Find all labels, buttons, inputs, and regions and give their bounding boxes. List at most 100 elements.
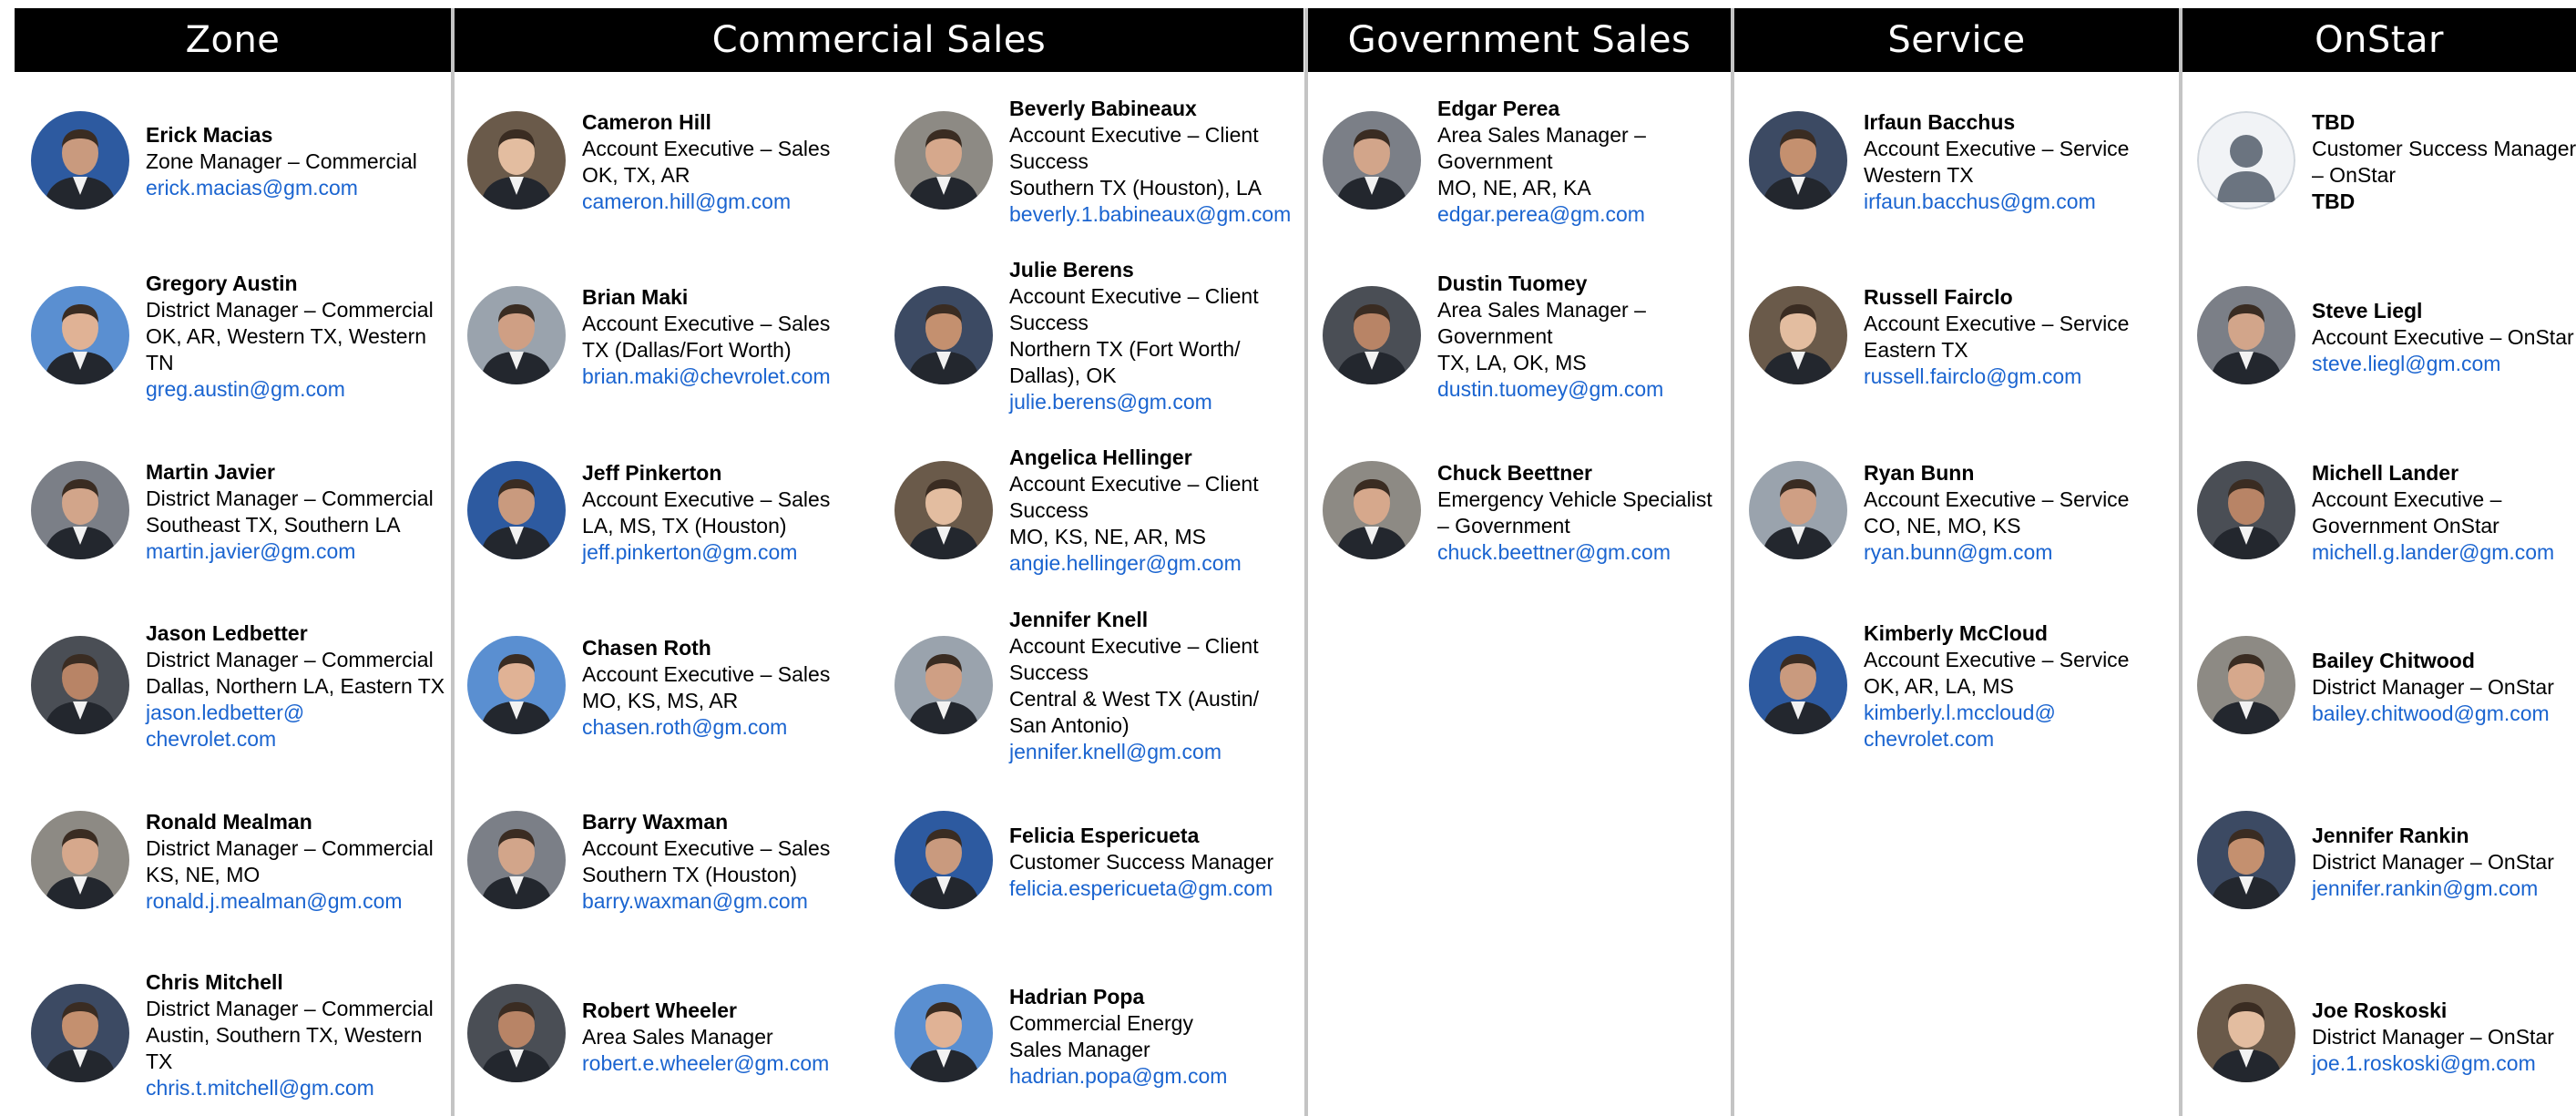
contact-info: Barry Waxman Account Executive – Sales Sou… — [582, 809, 830, 915]
email-link[interactable]: edgar.perea@gm.com — [1437, 201, 1646, 228]
column-divider — [1304, 8, 1308, 1116]
contact-name: Chris Mitchell — [146, 970, 283, 994]
contact-name: Julie Berens — [1009, 258, 1134, 282]
avatar — [894, 111, 993, 210]
email-link[interactable]: julie.berens@gm.com — [1009, 389, 1259, 415]
contact-detail: Account Executive – Sales — [582, 312, 831, 335]
contact-detail: Account Executive – Service — [1864, 312, 2130, 335]
header-zone: Zone — [15, 8, 451, 72]
contact-detail: TX (Dallas/Fort Worth) — [582, 338, 792, 362]
email-link[interactable]: angie.hellinger@gm.com — [1009, 550, 1259, 577]
email-link[interactable]: jennifer.rankin@gm.com — [2312, 875, 2554, 902]
contact-name: Jennifer Knell — [1009, 608, 1149, 631]
contact-detail: Dallas), OK — [1009, 363, 1117, 387]
contact-name: Cameron Hill — [582, 110, 711, 134]
avatar — [894, 636, 993, 734]
contact-info: Ronald Mealman District Manager – Commerc… — [146, 809, 434, 915]
contact-info: Cameron Hill Account Executive – Sales OK,… — [582, 109, 830, 215]
email-link[interactable]: felicia.espericueta@gm.com — [1009, 875, 1273, 902]
email-link[interactable]: beverly.1.babineaux@gm.com — [1009, 201, 1291, 228]
contact-detail: Account Executive – Client — [1009, 472, 1259, 496]
contact-name: Irfaun Bacchus — [1864, 110, 2016, 134]
contact-info: Robert Wheeler Area Sales Manager robert.e… — [582, 998, 829, 1077]
email-link[interactable]: michell.g.lander@gm.com — [2312, 539, 2554, 566]
contact-name: Robert Wheeler — [582, 998, 737, 1022]
email-link[interactable]: jennifer.knell@gm.com — [1009, 739, 1259, 765]
placeholder-silhouette-icon — [2197, 111, 2295, 210]
avatar — [1323, 111, 1421, 210]
contact-detail: District Manager – OnStar — [2312, 1025, 2554, 1049]
contact-info: Jennifer Rankin District Manager – OnStar… — [2312, 823, 2554, 902]
avatar — [31, 461, 129, 559]
email-link[interactable]: russell.fairclo@gm.com — [1864, 363, 2129, 390]
contact-detail: Eastern TX — [1864, 338, 1968, 362]
contact-info: Julie Berens Account Executive – Client Su… — [1009, 257, 1259, 415]
email-link[interactable]: chris.t.mitchell@gm.com — [146, 1075, 434, 1101]
email-link[interactable]: erick.macias@gm.com — [146, 175, 417, 201]
email-link[interactable]: irfaun.bacchus@gm.com — [1864, 189, 2129, 215]
contact-detail: Account Executive – Client — [1009, 284, 1259, 308]
contact-info: Bailey Chitwood District Manager – OnStar… — [2312, 648, 2554, 727]
email-link[interactable]: bailey.chitwood@gm.com — [2312, 701, 2554, 727]
contact-detail: San Antonio) — [1009, 713, 1130, 737]
contact-detail: Sales Manager — [1009, 1038, 1150, 1061]
email-link[interactable]: ryan.bunn@gm.com — [1864, 539, 2129, 566]
email-link[interactable]: steve.liegl@gm.com — [2312, 351, 2574, 377]
contact-detail: Account Executive – Service — [1864, 487, 2130, 511]
email-link[interactable]: martin.javier@gm.com — [146, 538, 434, 565]
contact-info: Edgar Perea Area Sales Manager – Governmen… — [1437, 96, 1646, 228]
email-link[interactable]: jeff.pinkerton@gm.com — [582, 539, 830, 566]
contact-detail: Account Executive – Sales — [582, 487, 831, 511]
avatar — [2197, 636, 2295, 734]
email-link[interactable]: jason.ledbetter@ — [146, 700, 445, 726]
contact-info: Brian Maki Account Executive – Sales TX (D… — [582, 284, 831, 390]
contact-detail: Central & West TX (Austin/ — [1009, 687, 1259, 711]
contact-detail: Northern TX (Fort Worth/ — [1009, 337, 1241, 361]
column-divider — [1731, 8, 1734, 1116]
avatar — [1749, 111, 1847, 210]
contact-info: Dustin Tuomey Area Sales Manager – Governm… — [1437, 271, 1663, 403]
avatar — [894, 984, 993, 1082]
contact-info: Joe Roskoski District Manager – OnStar joe… — [2312, 998, 2554, 1077]
email-link[interactable]: barry.waxman@gm.com — [582, 888, 830, 915]
contact-name: Bailey Chitwood — [2312, 649, 2475, 672]
avatar — [467, 984, 566, 1082]
contact-name: Barry Waxman — [582, 810, 729, 834]
email-link[interactable]: joe.1.roskoski@gm.com — [2312, 1050, 2554, 1077]
avatar — [1749, 286, 1847, 384]
contact-name: Jeff Pinkerton — [582, 461, 722, 485]
email-link[interactable]: cameron.hill@gm.com — [582, 189, 830, 215]
email-link[interactable]: chuck.beettner@gm.com — [1437, 539, 1712, 566]
email-link[interactable]: dustin.tuomey@gm.com — [1437, 376, 1663, 403]
contact-detail: Area Sales Manager — [582, 1025, 773, 1049]
avatar — [31, 811, 129, 909]
email-link[interactable]: brian.maki@chevrolet.com — [582, 363, 831, 390]
email-link[interactable]: ronald.j.mealman@gm.com — [146, 888, 434, 915]
contact-detail: Western TX — [1864, 163, 1974, 187]
contact-detail: MO, KS, NE, AR, MS — [1009, 525, 1206, 548]
contact-detail: OK, AR, LA, MS — [1864, 674, 2014, 698]
contact-name: TBD — [2312, 110, 2356, 134]
column-divider — [2179, 8, 2182, 1116]
column-divider — [451, 8, 455, 1116]
contact-detail: Account Executive – Sales — [582, 137, 831, 160]
contact-detail: District Manager – Commercial — [146, 997, 434, 1020]
email-link[interactable]: greg.austin@gm.com — [146, 376, 434, 403]
contact-detail: – OnStar — [2312, 163, 2397, 187]
email-link[interactable]: hadrian.popa@gm.com — [1009, 1063, 1227, 1090]
email-link[interactable]: robert.e.wheeler@gm.com — [582, 1050, 829, 1077]
avatar — [467, 286, 566, 384]
contact-detail: Commercial Energy — [1009, 1011, 1193, 1035]
contact-info: Felicia Espericueta Customer Success Mana… — [1009, 823, 1273, 902]
email-link[interactable]: chasen.roth@gm.com — [582, 714, 830, 741]
contact-info: Ryan Bunn Account Executive – Service CO, … — [1864, 460, 2129, 566]
contact-detail: Customer Success Manager — [1009, 850, 1274, 874]
contact-name: Chasen Roth — [582, 636, 711, 660]
contact-detail: CO, NE, MO, KS — [1864, 514, 2021, 538]
email-link[interactable]: chevrolet.com — [1864, 726, 2129, 753]
email-link[interactable]: kimberly.l.mccloud@ — [1864, 700, 2129, 726]
contact-detail: Account Executive – Sales — [582, 836, 831, 860]
contact-info: Jeff Pinkerton Account Executive – Sales L… — [582, 460, 830, 566]
email-link[interactable]: chevrolet.com — [146, 726, 445, 753]
contact-name: Michell Lander — [2312, 461, 2459, 485]
